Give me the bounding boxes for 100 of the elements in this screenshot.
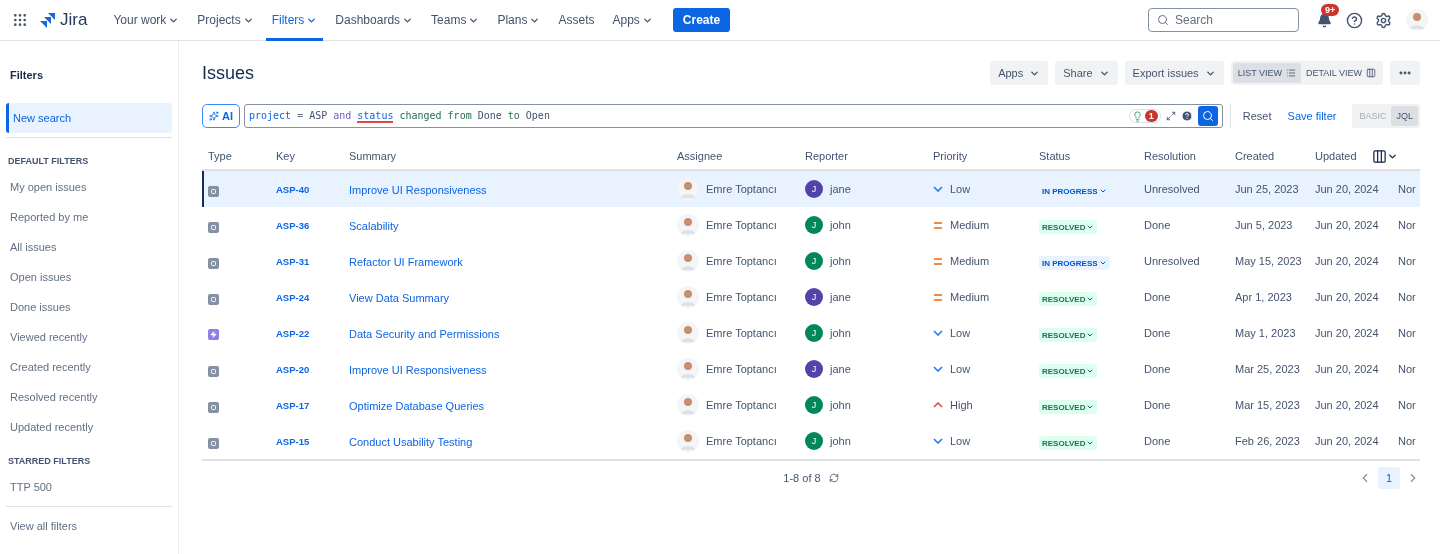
status-lozenge[interactable]: RESOLVED	[1039, 220, 1098, 235]
issue-summary[interactable]: Refactor UI Framework	[343, 256, 463, 268]
save-filter-button[interactable]: Save filter	[1279, 110, 1345, 122]
table-cell-text: Jun 20, 2024	[1314, 255, 1380, 267]
column-header[interactable]: Priority	[927, 150, 1033, 162]
issue-key[interactable]: ASP-24	[270, 291, 343, 303]
column-picker-button[interactable]	[1372, 148, 1398, 164]
sidebar-item[interactable]: Viewed recently	[6, 322, 172, 352]
table-cell-text: Feb 26, 2023	[1234, 435, 1301, 447]
sidebar-item[interactable]: Open issues	[6, 262, 172, 292]
issue-key[interactable]: ASP-36	[270, 219, 343, 231]
status-lozenge[interactable]: RESOLVED	[1039, 364, 1098, 379]
settings-icon[interactable]	[1375, 11, 1392, 29]
view-toggle[interactable]: LIST VIEW	[1232, 63, 1301, 83]
nav-tab[interactable]: Projects	[191, 0, 260, 41]
reporter-name: jane	[830, 363, 851, 375]
search-field[interactable]: Search	[1148, 8, 1299, 32]
issue-summary[interactable]: Conduct Usability Testing	[343, 436, 473, 448]
status-lozenge[interactable]: RESOLVED	[1039, 292, 1098, 307]
column-header[interactable]: Summary	[343, 150, 671, 162]
help-icon[interactable]	[1346, 11, 1363, 29]
action-button[interactable]: Share	[1055, 61, 1118, 85]
issue-key[interactable]: ASP-22	[270, 327, 343, 339]
search-icon	[1201, 110, 1214, 122]
priority-label: Low	[950, 183, 971, 195]
issue-key[interactable]: ASP-31	[270, 255, 343, 267]
column-header[interactable]: Created	[1229, 150, 1309, 162]
avatar-icon	[677, 214, 699, 236]
table-cell-text: Jun 20, 2024	[1314, 219, 1380, 231]
table-cell-text: May 1, 2023	[1234, 327, 1297, 339]
mode-toggle[interactable]: JQL	[1391, 106, 1418, 126]
column-header[interactable]: Updated	[1309, 150, 1392, 162]
nav-tab[interactable]: Filters	[265, 0, 324, 41]
avatar-initial: J	[805, 216, 823, 234]
sidebar-item[interactable]: Reported by me	[6, 202, 172, 232]
issue-key[interactable]: ASP-17	[270, 399, 343, 411]
action-button[interactable]: Apps	[990, 61, 1049, 85]
issue-summary[interactable]: Scalability	[343, 220, 399, 232]
issue-row[interactable]: ASP-40 Improve UI Responsiveness Emre Toptancı J jane Low IN PROGRESS Unresolved Jun 25, 2023 Jun 20, 2024 Nor	[202, 171, 1420, 207]
query-field[interactable]: project = ASP and status changed from Done to Open 1	[244, 104, 1223, 128]
view-toggle[interactable]: DETAIL VIEW	[1301, 63, 1381, 83]
column-header[interactable]: Key	[270, 150, 343, 162]
nav-tab[interactable]: Your work	[107, 0, 186, 41]
table-cell-text: Nor	[1397, 255, 1417, 267]
ai-button[interactable]: AI	[202, 104, 240, 128]
equals-icon	[933, 257, 943, 265]
column-header[interactable]: Status	[1033, 150, 1138, 162]
reporter-name: john	[830, 219, 851, 231]
avatar-initial: J	[805, 288, 823, 306]
action-button[interactable]: Export issues	[1124, 61, 1224, 85]
issue-summary[interactable]: Improve UI Responsiveness	[343, 184, 487, 196]
nav-tab[interactable]: Assets	[552, 0, 601, 41]
sidebar-item[interactable]: Updated recently	[6, 412, 172, 442]
issue-key[interactable]: ASP-20	[270, 363, 343, 375]
notification-count: 9+	[1321, 3, 1340, 16]
assignee-name: Emre Toptancı	[706, 219, 777, 231]
avatar-icon	[677, 250, 699, 272]
search-button[interactable]	[1197, 106, 1218, 126]
sidebar-item[interactable]: Done issues	[6, 292, 172, 322]
table-cell-text: Unresolved	[1143, 183, 1201, 195]
reset-button[interactable]: Reset	[1234, 110, 1280, 122]
table-cell-text: Done	[1143, 363, 1172, 375]
expand-icon[interactable]	[1165, 111, 1176, 121]
table-cell-text: Unresolved	[1143, 255, 1201, 267]
column-header[interactable]: Assignee	[671, 150, 799, 162]
nav-tab[interactable]: Plans	[491, 0, 547, 41]
sidebar-item[interactable]: My open issues	[6, 172, 172, 202]
issue-summary[interactable]: View Data Summary	[343, 292, 450, 304]
status-lozenge[interactable]: RESOLVED	[1039, 436, 1098, 451]
avatar-icon	[677, 322, 699, 344]
sidebar-item[interactable]: Created recently	[6, 352, 172, 382]
issue-key[interactable]: ASP-15	[270, 435, 343, 447]
notifications-icon[interactable]	[1317, 12, 1332, 28]
sidebar-item[interactable]: TTP 500	[6, 472, 172, 502]
sidebar-item[interactable]: All issues	[6, 232, 172, 262]
nav-tab[interactable]: Apps	[606, 0, 659, 41]
app-switcher-icon[interactable]	[12, 12, 28, 28]
page-button[interactable]: 1	[1378, 467, 1400, 489]
issue-summary[interactable]: Optimize Database Queries	[343, 400, 485, 412]
refresh-icon[interactable]	[828, 473, 839, 483]
issue-summary[interactable]: Improve UI Responsiveness	[343, 364, 487, 376]
issue-key[interactable]: ASP-40	[270, 183, 343, 195]
issue-summary[interactable]: Data Security and Permissions	[343, 328, 500, 340]
create-button[interactable]: Create	[672, 8, 731, 32]
status-lozenge[interactable]: RESOLVED	[1039, 400, 1098, 415]
chevron-down-icon	[933, 438, 943, 444]
nav-tab[interactable]: Teams	[425, 0, 486, 41]
nav-tab[interactable]: Dashboards	[329, 0, 420, 41]
status-lozenge[interactable]: RESOLVED	[1039, 328, 1098, 343]
column-header[interactable]: Reporter	[799, 150, 927, 162]
view-all-filters-link[interactable]: View all filters	[6, 511, 172, 541]
section-heading: STARRED FILTERS	[7, 455, 92, 468]
column-header[interactable]: Type	[202, 150, 270, 162]
column-header[interactable]: Resolution	[1138, 150, 1229, 162]
sidebar-item[interactable]: Resolved recently	[6, 382, 172, 412]
avatar-initial: J	[805, 252, 823, 270]
status-lozenge[interactable]: IN PROGRESS	[1039, 256, 1110, 271]
assignee-name: Emre Toptancı	[706, 183, 777, 195]
sidebar-item[interactable]: New search	[6, 103, 172, 133]
sparkle-icon	[209, 111, 219, 121]
